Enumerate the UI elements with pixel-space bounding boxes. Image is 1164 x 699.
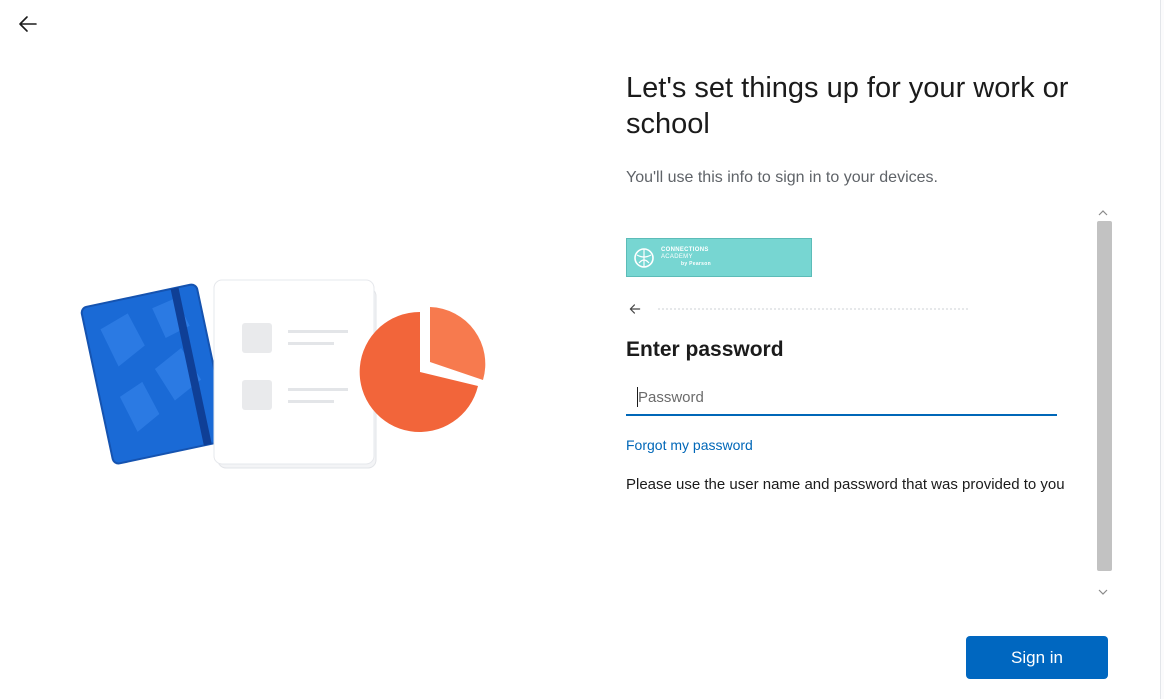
organization-logo: CONNECTIONS ACADEMY by Pearson xyxy=(626,238,812,277)
signin-frame: CONNECTIONS ACADEMY by Pearson Enter pas… xyxy=(620,205,1115,600)
logo-line-3: by Pearson xyxy=(681,261,711,267)
page-subtitle: You'll use this info to sign in to your … xyxy=(626,169,938,186)
info-text: Please use the user name and password th… xyxy=(626,476,1065,493)
setup-window: Let's set things up for your work or sch… xyxy=(0,0,1161,699)
page-title: Let's set things up for your work or sch… xyxy=(626,72,1069,140)
arrow-left-icon xyxy=(19,16,37,32)
back-button[interactable] xyxy=(12,10,44,38)
redacted-account-name xyxy=(658,308,968,310)
forgot-password-link[interactable]: Forgot my password xyxy=(626,437,753,453)
illustration xyxy=(80,250,500,480)
identity-row xyxy=(626,299,968,319)
scroll-thumb[interactable] xyxy=(1097,221,1112,571)
sign-in-button[interactable]: Sign in xyxy=(966,636,1108,679)
globe-logo-icon xyxy=(634,247,654,268)
password-input[interactable] xyxy=(626,380,1057,416)
identity-back-button[interactable] xyxy=(626,300,644,318)
text-caret xyxy=(637,387,638,407)
logo-line-2: ACADEMY xyxy=(661,254,693,260)
enter-password-heading: Enter password xyxy=(626,338,784,361)
checklist-card-icon xyxy=(213,279,377,469)
pie-chart-icon xyxy=(359,307,486,432)
scroll-down-arrow-icon[interactable] xyxy=(1095,584,1111,600)
scrollbar[interactable] xyxy=(1095,205,1112,600)
logo-line-1: CONNECTIONS xyxy=(661,247,709,253)
notebook-icon xyxy=(80,283,230,465)
scroll-up-arrow-icon[interactable] xyxy=(1095,205,1111,221)
arrow-left-icon xyxy=(629,304,641,314)
